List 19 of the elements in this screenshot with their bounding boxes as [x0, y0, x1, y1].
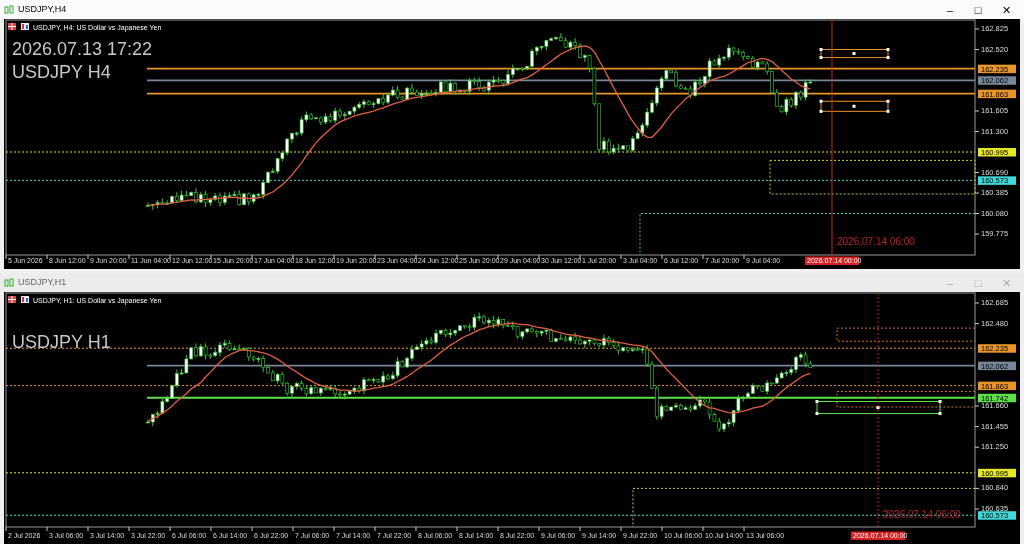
chart-icon	[21, 296, 29, 303]
chart-icon	[21, 23, 29, 30]
candlestick-icon	[4, 4, 14, 15]
window-title: USDJPY,H4	[18, 2, 67, 16]
rectangle-drawing[interactable]	[819, 99, 890, 113]
chart-overlay-text: USDJPY H1	[12, 332, 111, 352]
maximize-button[interactable]: □	[964, 0, 992, 19]
grid-icon	[7, 22, 17, 31]
close-button[interactable]: ✕	[992, 0, 1020, 19]
candlestick-icon	[4, 277, 14, 288]
cursor-time-label: 2026.07.14 06:00	[837, 236, 915, 247]
chart-overlay-text: 2026.07.13 17:22	[12, 39, 153, 59]
rectangle-drawing[interactable]	[819, 48, 890, 60]
grid-icon	[7, 295, 17, 304]
rectangle-drawing[interactable]	[815, 400, 942, 416]
chart-overlay-text: USDJPY H4	[12, 62, 111, 82]
cursor-time-label: 2026.07.14 06:00	[883, 509, 961, 520]
window-title: USDJPY,H1	[18, 275, 67, 289]
minimize-button[interactable]: –	[936, 0, 964, 19]
